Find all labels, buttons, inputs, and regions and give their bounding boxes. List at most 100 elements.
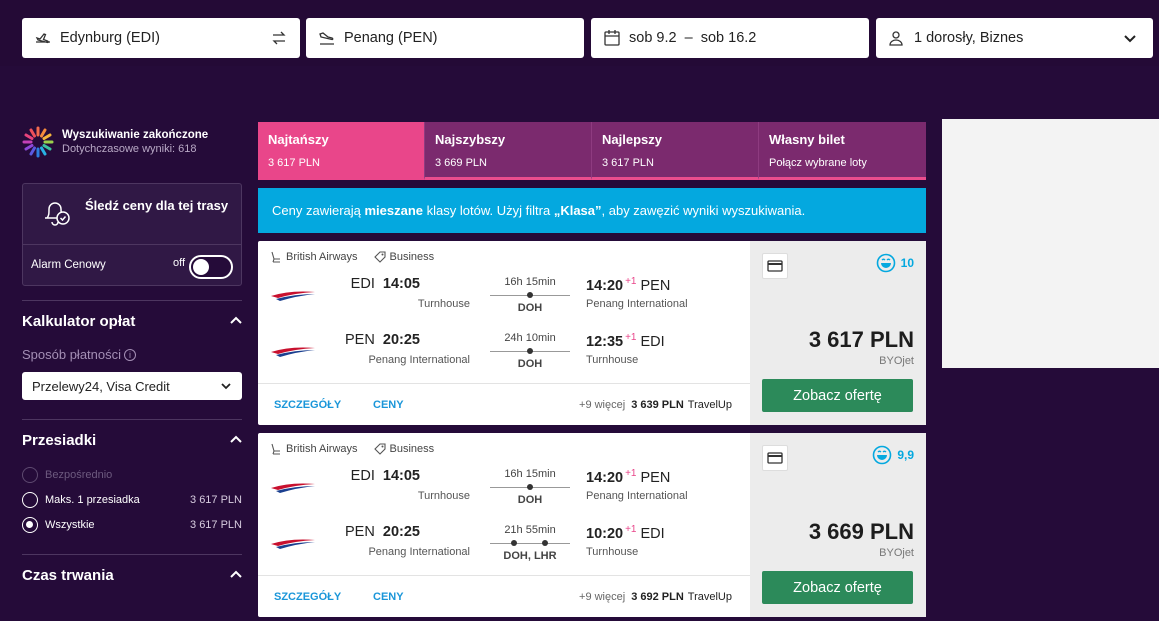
view-offer-button[interactable]: Zobacz ofertę (762, 379, 913, 412)
stop-dot (527, 484, 533, 490)
airline-seat-icon (271, 443, 280, 455)
stops-option-direct: Bezpośrednio (22, 462, 242, 487)
arrival-airport: Penang International (586, 298, 688, 310)
flight-leg: PEN 20:25 Penang International 24h 10min… (258, 332, 750, 380)
offer-provider: BYOjet (879, 355, 914, 367)
bell-check-icon (45, 202, 70, 226)
departure: PEN 20:25 (345, 524, 420, 540)
flight-leg: EDI 14:05 Turnhouse 16h 15min DOH 14:20 +… (258, 276, 750, 324)
filters-sidebar: Wyszukiwanie zakończone Dotychczasowe wy… (22, 120, 242, 595)
departure: PEN 20:25 (345, 332, 420, 348)
stops-option-max-1[interactable]: Maks. 1 przesiadka 3 617 PLN (22, 487, 242, 512)
dates-field[interactable]: sob 9.2 – sob 16.2 (591, 18, 869, 58)
route-line (490, 543, 570, 544)
smiley-icon (873, 445, 892, 465)
airline-seat-icon (271, 251, 280, 263)
passengers-field[interactable]: 1 dorosły, Biznes (876, 18, 1153, 58)
plane-landing-icon (318, 29, 336, 47)
card-footer: SZCZEGÓŁY CENY +9 więcej 3 639 PLN TravelU… (258, 383, 750, 425)
prices-link[interactable]: CENY (373, 399, 404, 411)
fees-section-header[interactable]: Kalkulator opłat (22, 301, 242, 341)
departure: EDI 14:05 (350, 276, 420, 292)
flight-duration: 16h 15min (504, 468, 556, 480)
destination-field[interactable]: Penang (PEN) (306, 18, 584, 58)
payment-method-label: Sposób płatności i (22, 347, 242, 362)
duration-section-header[interactable]: Czas trwania (22, 555, 242, 595)
stops-title: Przesiadki (22, 431, 97, 449)
ad-placeholder (942, 119, 1159, 368)
radio-button-selected[interactable] (22, 516, 38, 533)
status-title: Wyszukiwanie zakończone (62, 129, 209, 141)
price-alert-label: Alarm Cenowy (31, 259, 106, 271)
more-offers[interactable]: +9 więcej 3 692 PLN TravelUp (579, 591, 732, 603)
tag-icon (373, 443, 386, 455)
tab-fastest[interactable]: Najszybszy 3 669 PLN (425, 122, 592, 180)
plane-takeoff-icon (34, 29, 52, 47)
stop-dot (527, 292, 533, 298)
more-offers[interactable]: +9 więcej 3 639 PLN TravelUp (579, 399, 732, 411)
smiley-icon (876, 253, 895, 273)
stop-dot (542, 540, 548, 546)
swap-icon[interactable] (270, 29, 288, 47)
rating-score: 9,9 (872, 445, 914, 465)
payment-method-select[interactable]: Przelewy24, Visa Credit (22, 372, 242, 400)
chevron-up-icon (230, 570, 242, 578)
radio-button[interactable] (22, 491, 38, 508)
itinerary[interactable]: British Airways Business EDI 14:05 Turnh… (258, 241, 750, 425)
info-icon[interactable]: i (124, 348, 137, 361)
layover-airports: DOH (517, 494, 543, 506)
tab-cheapest[interactable]: Najtańszy 3 617 PLN (258, 122, 425, 180)
payment-method-value: Przelewy24, Visa Credit (32, 378, 170, 394)
card-footer: SZCZEGÓŁY CENY +9 więcej 3 692 PLN TravelU… (258, 575, 750, 617)
chevron-up-icon (230, 435, 242, 443)
credit-card-icon (762, 445, 788, 471)
prices-link[interactable]: CENY (373, 591, 404, 603)
stop-dot (527, 348, 533, 354)
departure-airport: Turnhouse (417, 490, 470, 502)
chevron-up-icon (230, 316, 242, 324)
arrival-airport: Turnhouse (586, 546, 639, 558)
dates-value: sob 9.2 – sob 16.2 (629, 30, 757, 46)
chevron-down-icon (1123, 31, 1137, 45)
radio-button (22, 466, 38, 483)
fees-title: Kalkulator opłat (22, 312, 136, 330)
flight-duration: 21h 55min (504, 524, 556, 536)
passengers-value: 1 dorosły, Biznes (914, 30, 1024, 46)
search-complete-icon (22, 126, 54, 158)
details-link[interactable]: SZCZEGÓŁY (274, 591, 341, 603)
chevron-down-icon (221, 383, 231, 390)
flight-result-card[interactable]: British Airways Business EDI 14:05 Turnh… (258, 241, 926, 425)
price-alert-toggle[interactable] (189, 255, 233, 279)
arrival-airport: Penang International (586, 490, 688, 502)
arrival-airport: Turnhouse (586, 354, 639, 366)
price-panel: 10 3 617 PLN BYOjet Zobacz ofertę (750, 241, 926, 425)
duration-title: Czas trwania (22, 566, 114, 584)
origin-field[interactable]: Edynburg (EDI) (22, 18, 300, 58)
offer-price: 3 617 PLN (808, 327, 914, 352)
arrival: 14:20 +1 PEN (586, 468, 671, 486)
departure-airport: Penang International (368, 354, 470, 366)
offer-price: 3 669 PLN (808, 519, 914, 544)
layover-airports: DOH (517, 358, 543, 370)
itinerary[interactable]: British Airways Business EDI 14:05 Turnh… (258, 433, 750, 617)
tab-best[interactable]: Najlepszy 3 617 PLN (592, 122, 759, 180)
offer-provider: BYOjet (879, 547, 914, 559)
arrival: 12:35 +1 EDI (586, 332, 665, 350)
sort-tabs: Najtańszy 3 617 PLN Najszybszy 3 669 PLN… (258, 122, 926, 180)
calendar-icon (603, 29, 621, 47)
tab-custom-ticket[interactable]: Własny bilet Połącz wybrane loty (759, 122, 926, 180)
flight-duration: 24h 10min (504, 332, 556, 344)
layover-airports: DOH (517, 302, 543, 314)
departure-airport: Penang International (368, 546, 470, 558)
stops-section-header[interactable]: Przesiadki (22, 420, 242, 460)
credit-card-icon (762, 253, 788, 279)
details-link[interactable]: SZCZEGÓŁY (274, 399, 341, 411)
stops-option-all[interactable]: Wszystkie 3 617 PLN (22, 512, 242, 537)
flight-result-card[interactable]: British Airways Business EDI 14:05 Turnh… (258, 433, 926, 617)
airline-info: British Airways Business (270, 443, 434, 455)
flight-leg: EDI 14:05 Turnhouse 16h 15min DOH 14:20 +… (258, 468, 750, 516)
view-offer-button[interactable]: Zobacz ofertę (762, 571, 913, 604)
origin-value: Edynburg (EDI) (60, 30, 160, 46)
arrival: 10:20 +1 EDI (586, 524, 665, 542)
price-panel: 9,9 3 669 PLN BYOjet Zobacz ofertę (750, 433, 926, 617)
